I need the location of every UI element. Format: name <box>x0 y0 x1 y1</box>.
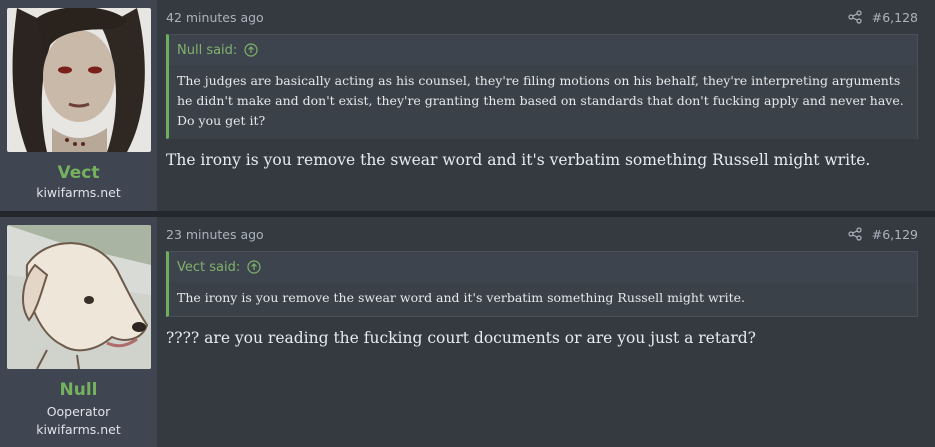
post-meta: 42 minutes ago #6,128 <box>166 0 918 34</box>
message-text: ???? are you reading the fucking court d… <box>166 329 756 347</box>
quote-author[interactable]: Null said: <box>177 43 237 58</box>
post-meta: 23 minutes ago #6,129 <box>166 217 918 251</box>
quote-author[interactable]: Vect said: <box>177 260 240 275</box>
quote-block: Null said: The judges are basically acti… <box>166 34 918 139</box>
username[interactable]: Vect <box>0 162 157 184</box>
post-content: 42 minutes ago #6,128 Null said: The jud… <box>157 0 935 211</box>
quote-header: Null said: <box>169 35 917 65</box>
user-title: Ooperator <box>46 404 111 419</box>
post-number[interactable]: #6,129 <box>872 227 918 242</box>
arrow-up-circle-icon[interactable] <box>247 260 261 274</box>
quote-header: Vect said: <box>169 252 917 282</box>
post: Null Ooperator kiwifarms.net 23 minutes … <box>0 217 935 447</box>
avatar[interactable] <box>6 8 151 152</box>
quote-block: Vect said: The irony is you remove the s… <box>166 251 918 317</box>
message-text: The irony is you remove the swear word a… <box>166 151 871 169</box>
quote-text: The irony is you remove the swear word a… <box>169 282 917 316</box>
post-time[interactable]: 23 minutes ago <box>166 227 264 242</box>
user-cell: Vect kiwifarms.net <box>0 0 157 211</box>
avatar[interactable] <box>6 225 151 369</box>
share-icon[interactable] <box>848 10 862 24</box>
quote-text: The judges are basically acting as his c… <box>169 65 917 139</box>
post-time[interactable]: 42 minutes ago <box>166 10 264 25</box>
arrow-up-circle-icon[interactable] <box>244 43 258 57</box>
post: Vect kiwifarms.net 42 minutes ago #6,128… <box>0 0 935 211</box>
post-content: 23 minutes ago #6,129 Vect said: The iro… <box>157 217 935 447</box>
share-icon[interactable] <box>848 227 862 241</box>
user-banner: kiwifarms.net <box>36 422 121 437</box>
user-banner: kiwifarms.net <box>36 185 121 200</box>
user-cell: Null Ooperator kiwifarms.net <box>0 217 157 447</box>
post-number[interactable]: #6,128 <box>872 10 918 25</box>
username[interactable]: Null <box>0 379 157 401</box>
